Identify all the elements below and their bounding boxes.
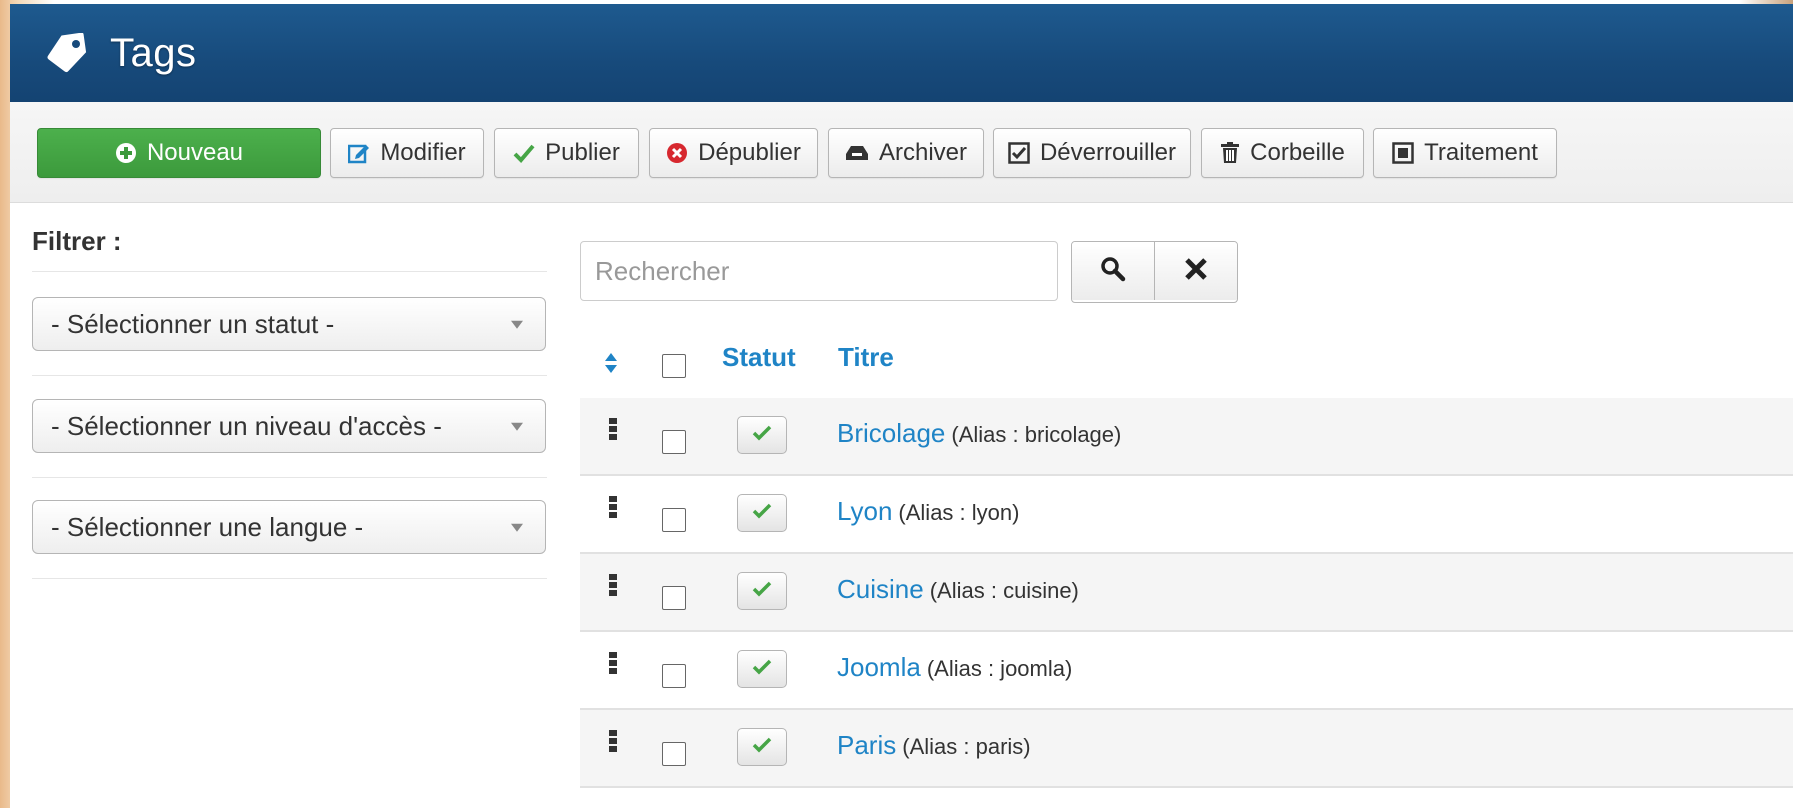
tag-title-link[interactable]: Paris <box>837 730 896 760</box>
close-icon <box>1183 256 1209 287</box>
column-header-title[interactable]: Titre <box>838 342 894 373</box>
tag-alias: (Alias : bricolage) <box>951 422 1122 447</box>
drag-handle-icon[interactable] <box>609 730 617 757</box>
check-icon <box>752 581 772 602</box>
unpublish-button[interactable]: Dépublier <box>649 128 818 178</box>
row-checkbox[interactable] <box>662 664 686 688</box>
status-toggle[interactable] <box>737 728 787 766</box>
status-toggle[interactable] <box>737 650 787 688</box>
archive-button[interactable]: Archiver <box>828 128 984 178</box>
chevron-down-icon <box>511 320 523 329</box>
table-row: Joomla (Alias : joomla) <box>580 632 1793 710</box>
table-row: Paris (Alias : paris) <box>580 710 1793 788</box>
search-button[interactable] <box>1072 242 1154 300</box>
search-icon <box>1100 256 1126 287</box>
tag-title-link[interactable]: Joomla <box>837 652 921 682</box>
checkin-button[interactable]: Déverrouiller <box>993 128 1191 178</box>
check-icon <box>752 503 772 524</box>
checkbox-icon <box>1008 142 1030 164</box>
archive-icon <box>845 144 869 162</box>
drag-handle-icon[interactable] <box>609 418 617 445</box>
publish-button[interactable]: Publier <box>494 128 639 178</box>
status-toggle[interactable] <box>737 494 787 532</box>
search-input[interactable] <box>580 241 1058 301</box>
drag-handle-icon[interactable] <box>609 652 617 679</box>
edit-icon <box>348 142 370 164</box>
trash-icon <box>1220 142 1240 164</box>
divider <box>32 578 547 579</box>
tag-alias: (Alias : joomla) <box>926 656 1073 681</box>
row-checkbox[interactable] <box>662 586 686 610</box>
status-toggle[interactable] <box>737 572 787 610</box>
tag-icon <box>44 29 92 77</box>
status-toggle[interactable] <box>737 416 787 454</box>
check-icon <box>752 737 772 758</box>
chevron-down-icon <box>511 523 523 532</box>
access-filter-select[interactable]: - Sélectionner un niveau d'accès - <box>32 399 546 453</box>
tag-title-link[interactable]: Bricolage <box>837 418 945 448</box>
sort-icon[interactable] <box>604 352 618 379</box>
tag-title-link[interactable]: Cuisine <box>837 574 924 604</box>
check-icon <box>752 659 772 680</box>
table-row: Cuisine (Alias : cuisine) <box>580 554 1793 632</box>
divider <box>32 375 547 376</box>
trash-button[interactable]: Corbeille <box>1201 128 1364 178</box>
row-checkbox[interactable] <box>662 430 686 454</box>
chevron-down-icon <box>511 422 523 431</box>
row-checkbox[interactable] <box>662 508 686 532</box>
table-row: Lyon (Alias : lyon) <box>580 476 1793 554</box>
tag-alias: (Alias : lyon) <box>898 500 1020 525</box>
drag-handle-icon[interactable] <box>609 574 617 601</box>
tag-title-link[interactable]: Lyon <box>837 496 892 526</box>
divider <box>32 271 547 272</box>
toolbar: Nouveau Modifier Publier Dépublier Archi… <box>10 102 1793 203</box>
tag-alias: (Alias : paris) <box>902 734 1031 759</box>
table-row: Bricolage (Alias : bricolage) <box>580 398 1793 476</box>
page-header: Tags <box>10 4 1793 102</box>
batch-button[interactable]: Traitement <box>1373 128 1557 178</box>
filter-heading: Filtrer : <box>32 226 122 256</box>
page-title: Tags <box>110 30 197 75</box>
edit-button[interactable]: Modifier <box>330 128 484 178</box>
language-filter-select[interactable]: - Sélectionner une langue - <box>32 500 546 554</box>
check-icon <box>513 143 535 163</box>
status-filter-select[interactable]: - Sélectionner un statut - <box>32 297 546 351</box>
square-icon <box>1392 142 1414 164</box>
column-header-status[interactable]: Statut <box>722 342 796 373</box>
drag-handle-icon[interactable] <box>609 496 617 523</box>
select-all-checkbox[interactable] <box>662 354 686 378</box>
row-checkbox[interactable] <box>662 742 686 766</box>
divider <box>32 477 547 478</box>
tag-alias: (Alias : cuisine) <box>929 578 1079 603</box>
plus-circle-icon <box>115 142 137 164</box>
remove-circle-icon <box>666 142 688 164</box>
table-header: Statut Titre <box>580 332 1793 400</box>
new-button[interactable]: Nouveau <box>37 128 321 178</box>
clear-button[interactable] <box>1154 242 1237 300</box>
tags-manager: Tags Nouveau Modifier Publier Dépublier <box>10 4 1793 808</box>
search-button-group <box>1071 241 1238 303</box>
check-icon <box>752 425 772 446</box>
